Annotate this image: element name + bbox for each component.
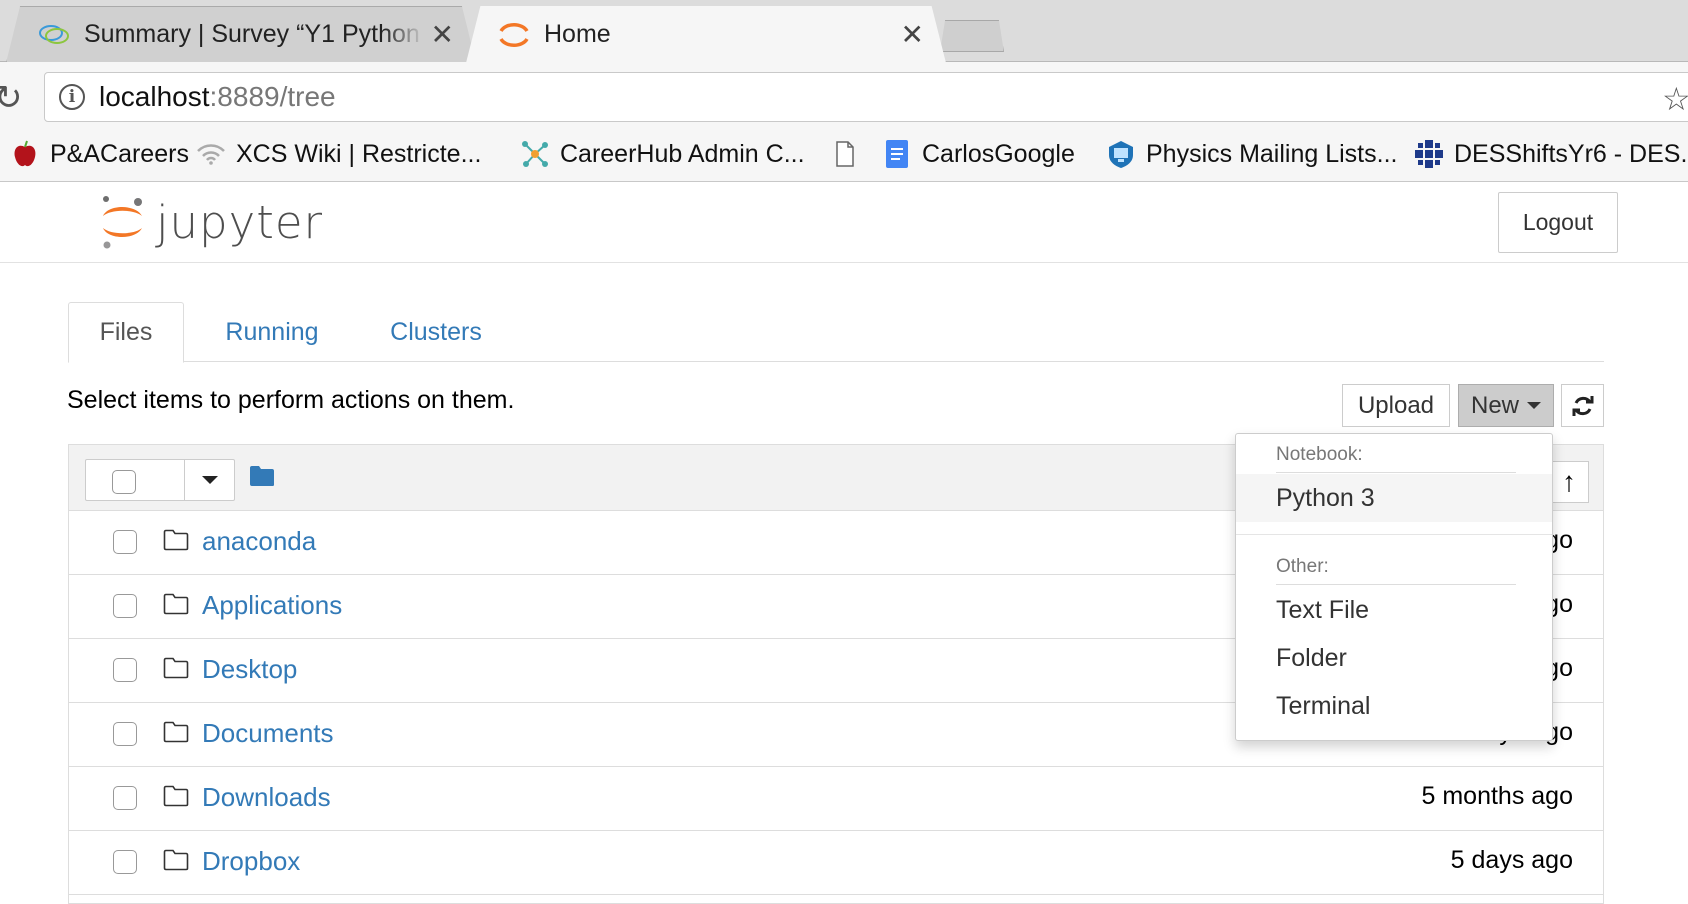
item-modified: 5 months ago — [1421, 782, 1574, 810]
divider — [1276, 584, 1516, 585]
folder-icon — [163, 721, 189, 748]
page-icon — [830, 139, 860, 169]
notebook-section-header: Notebook: — [1276, 444, 1363, 465]
row-checkbox[interactable] — [113, 722, 137, 746]
wifi-icon — [196, 139, 226, 169]
select-all-control[interactable] — [85, 459, 235, 501]
row-checkbox[interactable] — [113, 786, 137, 810]
bookmark-physics-mailing[interactable]: Physics Mailing Lists... — [1106, 135, 1397, 173]
select-menu-toggle[interactable] — [184, 459, 234, 501]
bookmark-xcs-wiki[interactable]: XCS Wiki | Restricte... — [196, 135, 481, 173]
close-tab-icon[interactable]: ✕ — [901, 18, 924, 51]
logout-button[interactable]: Logout — [1498, 192, 1618, 253]
bookmark-pacareers[interactable]: P&ACareers — [10, 135, 189, 173]
close-tab-icon[interactable]: ✕ — [431, 18, 454, 51]
menu-item-folder[interactable]: Folder — [1236, 634, 1552, 682]
jupyter-header: jupyter Logout — [0, 182, 1688, 263]
folder-icon — [163, 849, 189, 876]
list-item[interactable]: Dropbox 5 days ago — [69, 831, 1603, 895]
bookmark-star-icon[interactable]: ☆ — [1662, 80, 1688, 118]
upload-button[interactable]: Upload — [1342, 384, 1450, 427]
item-name-link[interactable]: Dropbox — [202, 846, 300, 877]
browser-tab-home[interactable]: Home ✕ — [466, 6, 946, 63]
item-name-link[interactable]: Applications — [202, 590, 342, 621]
folder-icon — [163, 785, 189, 812]
folder-home-icon[interactable] — [249, 465, 275, 492]
item-name-link[interactable]: Documents — [202, 718, 334, 749]
list-item[interactable]: Downloads 5 months ago — [69, 767, 1603, 831]
address-bar[interactable]: i localhost:8889/tree — [44, 72, 1688, 122]
browser-tab-strip: Summary | Survey “Y1 Python Skills” ✕ Ho… — [0, 0, 1688, 63]
menu-item-text-file[interactable]: Text File — [1236, 586, 1552, 634]
monitor-badge-icon — [1106, 139, 1136, 169]
folder-icon — [163, 529, 189, 556]
browser-toolbar: ↻ i localhost:8889/tree ☆ — [0, 62, 1688, 127]
refresh-icon — [1572, 395, 1593, 416]
folder-icon — [163, 657, 189, 684]
logo-text: jupyter — [156, 195, 324, 249]
new-tab-button[interactable] — [940, 20, 1004, 52]
jupyter-logo-icon — [103, 196, 142, 249]
sort-arrow-up-icon[interactable]: ↑ — [1549, 461, 1589, 503]
bookmark-desshifts[interactable]: DESShiftsYr6 - DES... — [1414, 135, 1688, 173]
network-icon — [520, 139, 550, 169]
jupyter-logo[interactable]: jupyter — [100, 194, 323, 250]
new-button[interactable]: New — [1458, 384, 1554, 427]
item-modified: 5 days ago — [1450, 846, 1573, 874]
tab-clusters[interactable]: Clusters — [376, 302, 496, 363]
new-dropdown-menu: Notebook: Python 3 Other: Text File Fold… — [1235, 433, 1553, 741]
bookmarks-bar: P&ACareers XCS Wiki | Restricte... Caree… — [0, 127, 1688, 182]
chevron-down-icon — [1527, 402, 1541, 409]
apple-icon — [10, 139, 40, 169]
menu-item-python3[interactable]: Python 3 — [1236, 474, 1552, 522]
url-text: localhost:8889/tree — [99, 81, 336, 112]
row-checkbox[interactable] — [113, 658, 137, 682]
row-checkbox[interactable] — [113, 530, 137, 554]
item-name-link[interactable]: anaconda — [202, 526, 316, 557]
selection-hint: Select items to perform actions on them. — [67, 386, 515, 414]
menu-item-terminal[interactable]: Terminal — [1236, 682, 1552, 730]
chevron-down-icon — [201, 476, 218, 484]
item-name-link[interactable]: Desktop — [202, 654, 297, 685]
tab-running[interactable]: Running — [212, 302, 332, 363]
menu-separator — [1236, 534, 1552, 535]
divider — [1276, 472, 1516, 473]
info-icon[interactable]: i — [59, 84, 85, 110]
select-all-checkbox[interactable] — [112, 470, 136, 494]
new-button-label: New — [1470, 391, 1519, 419]
bookmark-page[interactable] — [830, 135, 870, 173]
bookmark-carlosgoogle[interactable]: CarlosGoogle — [882, 135, 1075, 173]
reload-icon[interactable]: ↻ — [0, 78, 23, 118]
browser-tab-title: Summary | Survey “Y1 Python Skills” — [84, 20, 424, 48]
tab-files[interactable]: Files — [68, 302, 184, 363]
item-name-link[interactable]: Downloads — [202, 782, 331, 813]
survey-chat-icon — [36, 17, 72, 53]
row-checkbox[interactable] — [113, 850, 137, 874]
fermilab-icon — [1414, 139, 1444, 169]
dashboard-tabs: Files Running Clusters — [68, 302, 1604, 363]
browser-tab-title: Home — [544, 20, 611, 48]
row-checkbox[interactable] — [113, 594, 137, 618]
refresh-button[interactable] — [1561, 384, 1604, 427]
browser-tab-survey[interactable]: Summary | Survey “Y1 Python Skills” ✕ — [6, 6, 476, 63]
folder-icon — [163, 593, 189, 620]
bookmark-careerhub[interactable]: CareerHub Admin C... — [520, 135, 805, 173]
jupyter-icon — [496, 17, 532, 53]
google-doc-icon — [882, 139, 912, 169]
other-section-header: Other: — [1276, 556, 1329, 577]
